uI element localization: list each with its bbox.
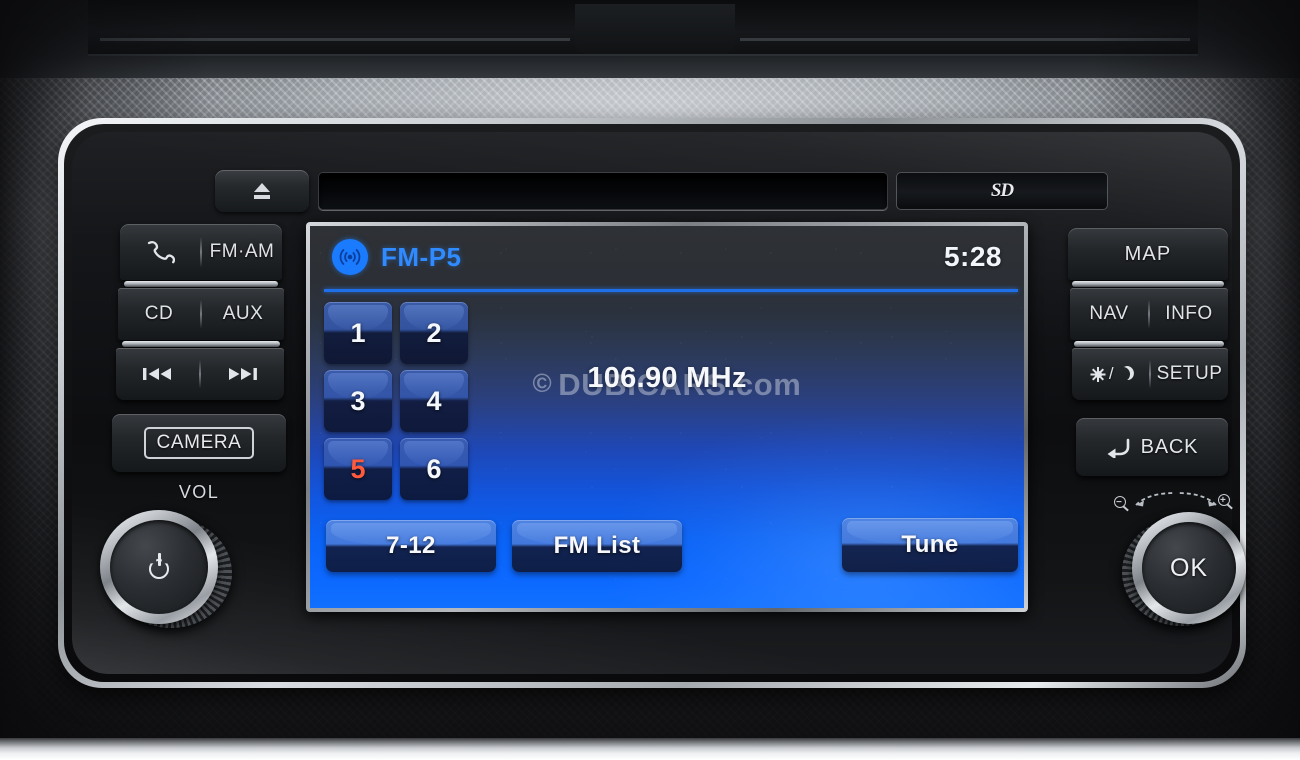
phone-fmam-button-pair[interactable]: FM·AM	[120, 224, 282, 280]
screen-header: FM-P5 5:28	[310, 226, 1024, 288]
eject-icon	[254, 183, 270, 199]
preset-button-5[interactable]: 5	[324, 438, 392, 500]
cd-disc-slot[interactable]	[318, 172, 888, 210]
map-button-label: MAP	[1124, 242, 1172, 265]
header-divider-line	[324, 289, 1018, 292]
back-arrow-icon	[1107, 438, 1129, 458]
tune-label: Tune	[901, 531, 959, 558]
fm-am-button[interactable]: FM·AM	[202, 224, 282, 280]
preset-button-2[interactable]: 2	[400, 302, 468, 364]
magnifier-minus-icon: −	[1114, 496, 1130, 512]
tune-button[interactable]: Tune	[842, 518, 1018, 572]
clock-display: 5:28	[943, 241, 1002, 272]
ok-button-face[interactable]: OK	[1142, 522, 1236, 614]
preset-page-button[interactable]: 7-12	[326, 520, 496, 572]
panel-separator	[1074, 341, 1224, 347]
power-icon	[146, 553, 172, 581]
back-button[interactable]: BACK	[1076, 418, 1228, 476]
next-track-button[interactable]	[201, 348, 284, 400]
preset-label-active: 5	[350, 453, 366, 484]
phone-button[interactable]	[120, 224, 200, 280]
daynight-setup-button-pair[interactable]: / SETUP	[1072, 348, 1228, 400]
preset-button-grid: 1 2 3 4 5 6	[324, 302, 468, 500]
screenshot-root: SD FM·AM CD AUX CAMERA VOL MAP NAV INFO …	[0, 0, 1300, 760]
setup-button[interactable]: SETUP	[1151, 348, 1228, 400]
camera-button-label: CAMERA	[143, 427, 255, 459]
sd-card-slot[interactable]: SD	[896, 172, 1108, 210]
nav-button[interactable]: NAV	[1070, 288, 1148, 340]
frequency-display: 106.90 MHz	[587, 362, 747, 394]
panel-separator	[122, 341, 280, 347]
preset-label: 2	[426, 317, 442, 348]
panel-separator	[124, 281, 278, 287]
volume-knob-label: VOL	[178, 482, 220, 502]
cd-aux-button-pair[interactable]: CD AUX	[118, 288, 284, 340]
day-night-button[interactable]: /	[1072, 348, 1149, 400]
lcd-screen[interactable]: FM-P5 5:28 1 2 3 4 5 6 © DUBICARS.com 10…	[310, 226, 1024, 608]
ok-button-label: OK	[1169, 553, 1209, 582]
rotate-arrows-icon	[1135, 492, 1217, 507]
nav-info-button-pair[interactable]: NAV INFO	[1070, 288, 1228, 340]
radio-waves-icon	[332, 239, 368, 275]
panel-separator	[1072, 281, 1224, 287]
power-button-face[interactable]	[110, 520, 208, 614]
preset-label: 1	[350, 317, 366, 348]
camera-button[interactable]: CAMERA	[112, 414, 286, 472]
preset-button-6[interactable]: 6	[400, 438, 468, 500]
preset-button-1[interactable]: 1	[324, 302, 392, 364]
map-button[interactable]: MAP	[1068, 228, 1228, 280]
eject-button[interactable]	[215, 170, 309, 212]
info-button[interactable]: INFO	[1150, 288, 1228, 340]
cd-button[interactable]: CD	[118, 288, 200, 340]
aux-button[interactable]: AUX	[202, 288, 284, 340]
lower-dashboard-trim	[0, 738, 1300, 760]
track-skip-button-pair[interactable]	[116, 348, 284, 400]
preset-page-label: 7-12	[386, 532, 436, 559]
back-button-label: BACK	[1140, 435, 1199, 458]
sd-card-label: SD	[990, 180, 1014, 201]
sun-moon-icon: /	[1090, 364, 1130, 384]
next-track-icon	[228, 368, 257, 380]
phone-handset-icon	[147, 241, 175, 264]
previous-track-icon	[142, 368, 171, 380]
lcd-screen-bezel: FM-P5 5:28 1 2 3 4 5 6 © DUBICARS.com 10…	[306, 222, 1028, 612]
fm-list-label: FM List	[553, 532, 641, 559]
radio-source-label: FM-P5	[381, 241, 462, 272]
fm-list-button[interactable]: FM List	[512, 520, 682, 572]
previous-track-button[interactable]	[116, 348, 199, 400]
magnifier-plus-icon: +	[1218, 494, 1234, 510]
preset-label: 6	[426, 453, 442, 484]
zoom-indicator-group: − +	[1112, 490, 1240, 516]
